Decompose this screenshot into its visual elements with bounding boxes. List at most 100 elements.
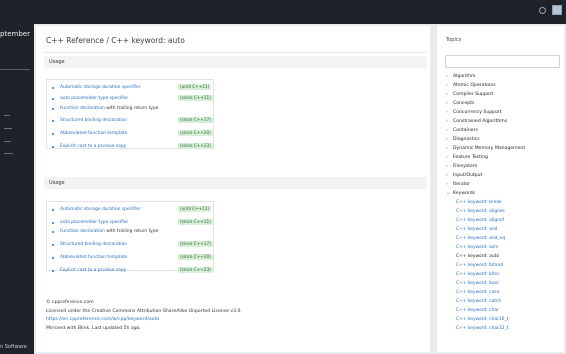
chevron-right-icon: ›	[446, 83, 448, 88]
title-divider	[44, 52, 427, 53]
topic-item[interactable]: › Concepts	[446, 101, 474, 106]
usage-link[interactable]: Explicit cast to a prvalue copy	[60, 144, 126, 149]
usage-list-2: Automatic storage duration specifier (unt…	[46, 201, 214, 273]
usage-link[interactable]: Structured binding declaration	[60, 118, 127, 123]
keyword-link[interactable]: C++ keyword: and_eq	[456, 236, 505, 241]
bullet-icon	[52, 98, 54, 100]
version-badge: (since C++20)	[178, 254, 213, 260]
keyword-link[interactable]: C++ keyword: char16_t	[456, 317, 508, 322]
topic-item[interactable]: › Concurrency Support	[446, 110, 502, 115]
keyword-link[interactable]: C++ keyword: alignas	[456, 209, 505, 214]
version-badge: (until C++11)	[178, 206, 212, 212]
keyword-link[interactable]: C++ keyword: bool	[456, 281, 499, 286]
sidebar: ptember n Software	[0, 0, 34, 354]
keyword-link[interactable]: C++ keyword: char32_t	[456, 326, 508, 331]
avatar[interactable]	[552, 5, 562, 15]
usage-link[interactable]: Structured binding declaration	[60, 242, 127, 247]
version-badge: (since C++11)	[178, 219, 213, 225]
top-bar	[0, 0, 566, 24]
copyright-text: © cppreference.com	[46, 300, 94, 305]
bullet-icon	[52, 209, 54, 211]
chevron-right-icon: ›	[446, 119, 448, 124]
keyword-link[interactable]: C++ keyword: bitor	[456, 272, 499, 277]
bullet-icon	[52, 146, 54, 148]
keyword-link[interactable]: C++ keyword: alignof	[456, 218, 504, 223]
usage-link[interactable]: Function declaration with trailing retur…	[60, 229, 158, 234]
sidebar-item[interactable]	[4, 115, 10, 116]
keyword-link[interactable]: C++ keyword: break	[456, 200, 502, 205]
topic-item[interactable]: › Diagnostics	[446, 137, 480, 142]
keyword-link[interactable]: C++ keyword: bitand	[456, 263, 503, 268]
mirror-text: Mirrored with Blink. Last updated 5h ago…	[46, 325, 141, 331]
usage-link[interactable]: Automatic storage duration specifier	[60, 85, 141, 90]
topic-item[interactable]: › Filesystem	[446, 164, 477, 169]
usage-section-1: Usage	[44, 56, 427, 68]
topic-item[interactable]: › Containers	[446, 128, 478, 133]
version-badge: (since C++17)	[178, 117, 213, 123]
keyword-link[interactable]: C++ keyword: case	[456, 290, 499, 295]
page-title: C++ keyword: auto	[111, 36, 185, 45]
keyword-link[interactable]: C++ keyword: catch	[456, 299, 501, 304]
usage-link[interactable]: Abbreviated function template	[60, 255, 127, 260]
keyword-link[interactable]: C++ keyword: asm	[456, 245, 498, 250]
bullet-icon	[52, 231, 54, 233]
usage-link[interactable]: auto placeholder type specifier	[60, 96, 128, 101]
topics-panel: Topics › Algorithm › Atomic Operations › Co…	[437, 26, 564, 352]
version-badge: (since C++23)	[178, 143, 213, 149]
chevron-right-icon: ›	[446, 146, 448, 151]
usage-list-1: Automatic storage duration specifier (unt…	[46, 79, 214, 149]
topics-search-input[interactable]	[445, 55, 560, 68]
topics-title: Topics	[446, 37, 462, 43]
version-badge: (since C++11)	[178, 95, 213, 101]
topic-item[interactable]: › Input/Output	[446, 173, 482, 178]
top-icons	[539, 5, 562, 15]
keyword-link[interactable]: C++ keyword: and	[456, 227, 497, 232]
sidebar-item[interactable]	[4, 153, 13, 154]
sidebar-divider	[0, 69, 30, 70]
version-badge: (since C++23)	[178, 267, 213, 273]
usage-link[interactable]: Automatic storage duration specifier	[60, 207, 141, 212]
version-badge: (until C++11)	[178, 84, 212, 90]
sidebar-item[interactable]	[4, 141, 11, 142]
version-badge: (since C++17)	[178, 241, 213, 247]
bullet-icon	[52, 222, 54, 224]
topic-item-keywords[interactable]: ⌄ Keywords	[446, 191, 475, 196]
sidebar-title: ptember	[0, 30, 30, 38]
chevron-right-icon: ›	[446, 182, 448, 187]
usage-link[interactable]: auto placeholder type specifier	[60, 220, 128, 225]
chevron-right-icon: ›	[446, 110, 448, 115]
topic-item[interactable]: › Compiler Support	[446, 92, 493, 97]
topic-item[interactable]: › Iterator	[446, 182, 470, 187]
bullet-icon	[52, 120, 54, 122]
sidebar-footer: n Software	[0, 344, 27, 350]
topic-item[interactable]: › Feature Testing	[446, 155, 488, 160]
keyword-link[interactable]: C++ keyword: char	[456, 308, 499, 313]
breadcrumb: C++ Reference / C++ keyword: auto	[46, 36, 185, 45]
topic-item[interactable]: › Constrained Algorithms	[446, 119, 507, 124]
chevron-right-icon: ›	[446, 92, 448, 97]
chevron-right-icon: ›	[446, 128, 448, 133]
bullet-icon	[52, 87, 54, 89]
topic-item[interactable]: › Dynamic Memory Management	[446, 146, 525, 151]
section-heading: Usage	[44, 56, 427, 68]
chevron-right-icon: ›	[446, 164, 448, 169]
source-url-link[interactable]: https://en.cppreference.com/w/cpp/keywor…	[46, 317, 159, 322]
usage-section-2: Usage	[44, 177, 427, 189]
bullet-icon	[52, 133, 54, 135]
sidebar-item[interactable]	[4, 128, 12, 129]
theme-toggle-icon[interactable]	[539, 6, 546, 14]
bullet-icon	[52, 270, 54, 272]
bullet-icon	[52, 244, 54, 246]
topic-item[interactable]: › Algorithm	[446, 74, 476, 79]
usage-link[interactable]: Abbreviated function template	[60, 131, 127, 136]
license-text: Licensed under the Creative Commons Attr…	[46, 308, 242, 314]
keyword-link-active[interactable]: C++ keyword: auto	[456, 254, 499, 259]
version-badge: (since C++20)	[178, 130, 213, 136]
usage-link[interactable]: Function declaration with trailing retur…	[60, 106, 158, 111]
chevron-right-icon: ›	[446, 155, 448, 160]
usage-link[interactable]: Explicit cast to a prvalue copy	[60, 268, 126, 273]
chevron-right-icon: ›	[446, 101, 448, 106]
section-heading: Usage	[44, 177, 427, 189]
topic-item[interactable]: › Atomic Operations	[446, 83, 496, 88]
breadcrumb-root[interactable]: C++ Reference	[46, 36, 104, 45]
